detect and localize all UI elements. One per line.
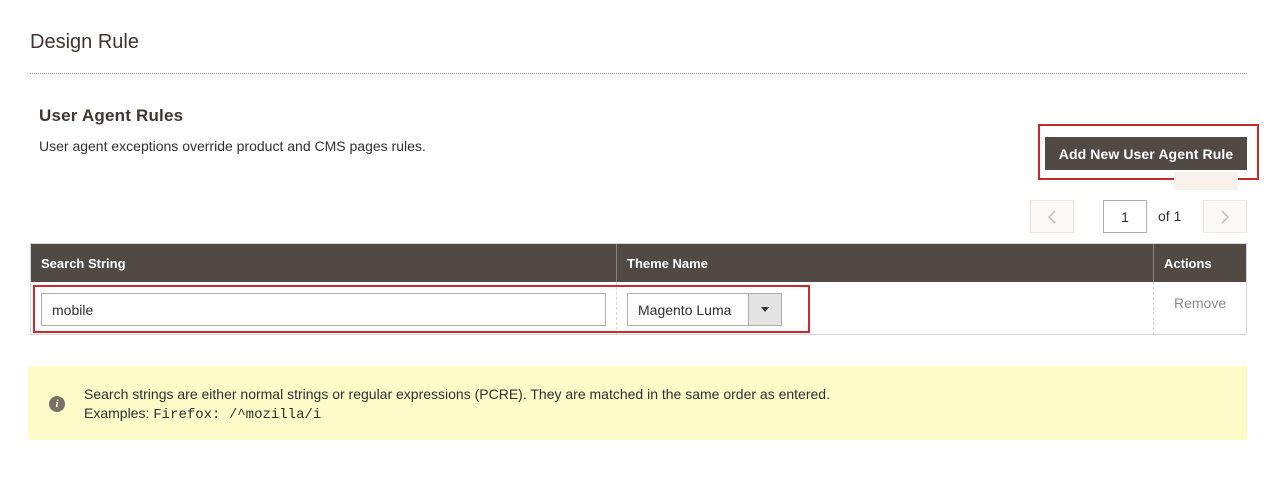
chevron-left-icon [1047, 209, 1056, 224]
actions-cell: Remove [1154, 282, 1246, 335]
faded-strip [1174, 172, 1238, 190]
pager-page-input[interactable] [1103, 200, 1147, 233]
notice-examples: Examples: Firefox: /^mozilla/i [84, 405, 321, 423]
row-highlight [33, 285, 810, 333]
grid-header: Search String Theme Name Actions [31, 244, 1246, 282]
column-header-actions: Actions [1164, 255, 1212, 271]
notice-text: Search strings are either normal strings… [84, 386, 830, 402]
column-header-theme-name: Theme Name [617, 244, 1154, 282]
examples-label: Examples: [84, 405, 154, 421]
pager-next-button[interactable] [1203, 200, 1247, 233]
info-notice: i Search strings are either normal strin… [28, 366, 1247, 440]
pager-prev-button[interactable] [1030, 200, 1074, 233]
page-title: Design Rule [30, 31, 139, 53]
examples-code: Firefox: /^mozilla/i [153, 407, 322, 423]
user-agent-rules-description: User agent exceptions override product a… [39, 138, 426, 154]
add-user-agent-rule-button[interactable]: Add New User Agent Rule [1045, 137, 1247, 170]
user-agent-rules-title: User Agent Rules [39, 106, 184, 125]
info-icon: i [49, 396, 65, 412]
section-divider [30, 73, 1247, 74]
column-header-search-string: Search String [31, 244, 617, 282]
chevron-right-icon [1221, 209, 1230, 224]
remove-link[interactable]: Remove [1174, 295, 1226, 311]
pager-of-label: of 1 [1158, 208, 1182, 224]
